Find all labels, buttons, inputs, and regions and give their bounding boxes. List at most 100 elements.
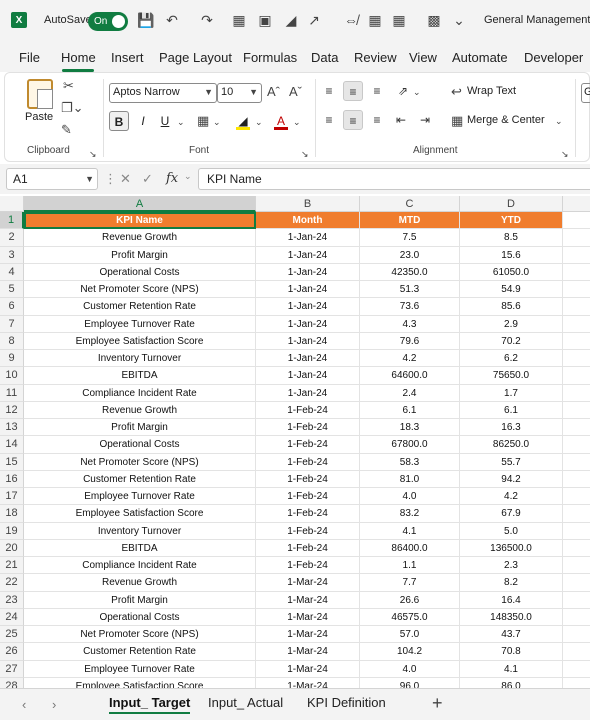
sheet-tab-input-actual[interactable]: Input_ Actual [208, 695, 283, 710]
image-icon[interactable]: ▣ [256, 11, 274, 29]
row-header[interactable]: 15 [0, 453, 24, 471]
table-cell[interactable] [563, 488, 590, 506]
add-sheet-icon[interactable]: + [432, 693, 443, 714]
table-cell[interactable]: 1-Feb-24 [256, 436, 360, 454]
table-cell[interactable]: 1-Mar-24 [256, 608, 360, 626]
row-header[interactable]: 4 [0, 263, 24, 281]
font-color-icon[interactable]: A [271, 111, 291, 131]
chevron-down-icon[interactable]: ⌄ [555, 114, 563, 128]
table-cell[interactable] [563, 471, 590, 488]
align-left-icon[interactable]: ≡ [319, 110, 339, 130]
table-cell[interactable]: 61050.0 [460, 263, 563, 281]
table-cell[interactable]: 64600.0 [360, 367, 460, 385]
table-cell[interactable]: 4.1 [460, 660, 563, 678]
table-cell[interactable]: 70.8 [460, 643, 563, 661]
table-cell[interactable]: 15.6 [460, 246, 563, 264]
font-size-select[interactable]: 10 ▼ [217, 83, 262, 103]
row-header[interactable]: 7 [0, 315, 24, 333]
table-cell[interactable]: 148350.0 [460, 608, 563, 626]
table-cell[interactable]: EBITDA [24, 539, 256, 557]
table-cell[interactable]: 83.2 [360, 505, 460, 523]
alignment-launcher-icon[interactable]: ↘ [561, 147, 569, 161]
underline-button[interactable]: U [155, 111, 175, 131]
table-cell[interactable]: 6.2 [460, 350, 563, 368]
orientation-icon[interactable]: ⇗ [393, 81, 413, 101]
align-bottom-icon[interactable]: ≡ [367, 81, 387, 101]
table-cell[interactable]: 4.0 [360, 488, 460, 506]
table-cell[interactable]: Customer Retention Rate [24, 298, 256, 316]
save-icon[interactable]: 💾 [137, 11, 155, 29]
table-cell[interactable]: 1-Feb-24 [256, 401, 360, 419]
table-cell[interactable]: 42350.0 [360, 263, 460, 281]
table-cell[interactable] [563, 229, 590, 247]
tab-page-layout[interactable]: Page Layout [159, 50, 232, 65]
header-cell[interactable]: YTD [460, 212, 563, 230]
table-cell[interactable]: 136500.0 [460, 539, 563, 557]
table-cell[interactable]: 4.3 [360, 315, 460, 333]
table-cell[interactable]: 94.2 [460, 470, 563, 488]
table-cell[interactable]: Operational Costs [24, 436, 256, 454]
table-cell[interactable] [563, 350, 590, 368]
paste-button-label[interactable]: Paste [25, 111, 53, 123]
chevron-down-icon[interactable]: ⌄ [213, 115, 221, 129]
row-header[interactable]: 13 [0, 419, 24, 437]
table-cell[interactable]: Compliance Incident Rate [24, 557, 256, 575]
form-icon[interactable]: ▩ [425, 11, 443, 29]
table-cell[interactable]: 1-Mar-24 [256, 660, 360, 678]
table-cell[interactable]: Employee Satisfaction Score [24, 677, 256, 688]
table-cell[interactable]: 4.0 [360, 660, 460, 678]
row-header[interactable]: 24 [0, 608, 24, 626]
table-cell[interactable] [563, 505, 590, 523]
table-cell[interactable]: 1-Feb-24 [256, 419, 360, 437]
name-box[interactable]: A1 ▼ [6, 168, 98, 190]
undo-icon[interactable]: ↶ [163, 11, 181, 29]
row-header[interactable]: 20 [0, 539, 24, 557]
column-header-d[interactable]: D [460, 196, 563, 212]
row-header[interactable]: 21 [0, 557, 24, 575]
tab-formulas[interactable]: Formulas [243, 50, 297, 65]
table-cell[interactable] [563, 661, 590, 678]
row-header[interactable]: 25 [0, 626, 24, 644]
row-header[interactable]: 27 [0, 660, 24, 678]
cut-icon[interactable]: ✂ [63, 79, 74, 93]
decrease-font-icon[interactable]: Aˇ [289, 85, 302, 99]
chevron-down-icon[interactable]: ⌄ [413, 85, 421, 99]
table-cell[interactable]: 7.7 [360, 574, 460, 592]
calculator-icon[interactable]: ▦ [390, 11, 408, 29]
table-cell[interactable] [563, 402, 590, 419]
table-cell[interactable]: 1-Jan-24 [256, 350, 360, 368]
cancel-icon[interactable]: ✕ [120, 171, 131, 187]
table-cell[interactable] [563, 557, 590, 575]
table-cell[interactable]: EBITDA [24, 367, 256, 385]
table-cell[interactable]: 55.7 [460, 453, 563, 471]
table-cell[interactable]: 51.3 [360, 281, 460, 299]
merge-center-icon[interactable]: ▦ [451, 114, 463, 128]
spelling-icon[interactable]: ⇎ [342, 11, 360, 29]
align-center-icon[interactable]: ≡ [343, 110, 363, 130]
table-cell[interactable]: 1-Jan-24 [256, 332, 360, 350]
table-cell[interactable]: 57.0 [360, 626, 460, 644]
table-cell[interactable]: 6.1 [460, 401, 563, 419]
fill-color-icon[interactable]: ◢ [233, 111, 253, 131]
table-cell[interactable]: 4.2 [360, 350, 460, 368]
formula-input[interactable]: KPI Name [198, 168, 590, 190]
chevron-down-icon[interactable]: ⌄ [184, 171, 192, 182]
row-header[interactable]: 14 [0, 436, 24, 454]
table-cell[interactable]: 8.5 [460, 229, 563, 247]
table-cell[interactable]: 1-Mar-24 [256, 574, 360, 592]
table-cell[interactable]: Net Promoter Score (NPS) [24, 281, 256, 299]
table-cell[interactable]: Compliance Incident Rate [24, 384, 256, 402]
table-cell[interactable]: 1-Feb-24 [256, 522, 360, 540]
table-cell[interactable] [563, 436, 590, 454]
share-icon[interactable]: ↗ [305, 11, 323, 29]
table-cell[interactable]: 1-Mar-24 [256, 677, 360, 688]
table-cell[interactable]: 43.7 [460, 626, 563, 644]
table-cell[interactable]: Profit Margin [24, 246, 256, 264]
grid-icon[interactable]: ▦ [366, 11, 384, 29]
table-cell[interactable]: 86400.0 [360, 539, 460, 557]
paste-icon[interactable] [27, 79, 53, 109]
header-cell[interactable]: MTD [360, 212, 460, 230]
table-cell[interactable]: 4.1 [360, 522, 460, 540]
table-cell[interactable] [563, 626, 590, 644]
chevron-left-icon[interactable]: ‹ [22, 697, 26, 712]
